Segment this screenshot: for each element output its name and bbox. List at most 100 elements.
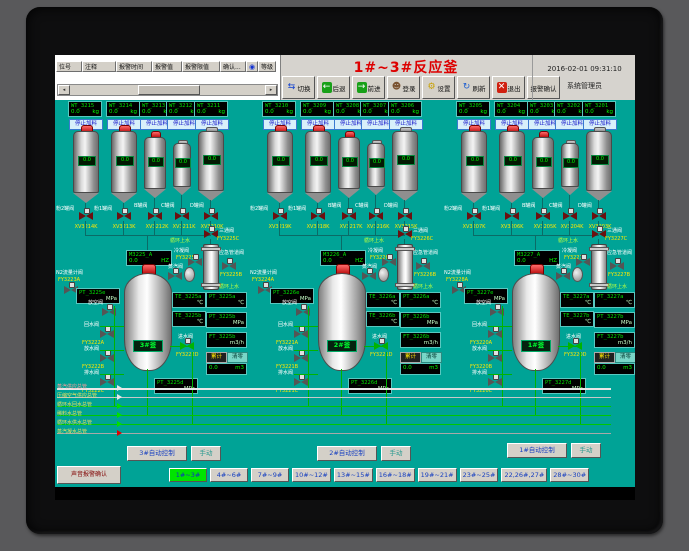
three-way-valve[interactable] [592,230,606,239]
alarm-column-header[interactable]: 报警值 [152,61,182,72]
discharge-valve[interactable] [294,378,308,387]
instrument-unit: MPa [403,320,438,326]
return-water-valve[interactable] [294,330,308,339]
toolbar-switch-button[interactable]: ⇆切换 [282,76,315,99]
alarm-column-header[interactable]: 位号 [56,61,82,72]
three-way-valve[interactable] [204,230,218,239]
toolbar-forward-button[interactable]: →前进 [352,76,385,99]
feed-valve[interactable] [505,212,519,221]
scrollbar-thumb[interactable] [138,85,200,95]
drain-valve[interactable] [100,354,114,363]
manual-button-1[interactable]: 手动 [571,443,601,458]
alarm-column-header[interactable]: 等级 [258,61,276,72]
alarm-list-scrollbar[interactable]: ◂ ▸ [57,84,278,96]
valve-label: 放水阀 [278,346,293,352]
weight-value: 0.0 [336,109,345,115]
return-water-valve[interactable] [488,330,502,339]
instrument-unit: ℃ [369,300,397,306]
feed-valve[interactable] [311,212,325,221]
weight-display: WT_3206 0.0kg [388,101,422,117]
tank-level-display: 0.0 [466,156,484,166]
steam-valve[interactable] [556,272,570,281]
alarm-column-header[interactable]: 报警时间 [116,61,152,72]
reactor-label: 1#釜 [521,340,551,352]
screen-nav-button[interactable]: 22,26#,27# [501,468,547,482]
screen-nav-button[interactable]: 19#~21# [418,468,457,482]
feed-valve[interactable] [467,212,481,221]
totalizer-button[interactable]: 累计 [594,352,615,363]
feed-valve[interactable] [563,212,577,221]
valve-label: 放空阀 [282,300,297,306]
pipe [473,235,599,236]
screen-nav-button[interactable]: 16#~18# [376,468,415,482]
return-water-valve[interactable] [100,330,114,339]
screen-nav-button[interactable]: 23#~25# [460,468,499,482]
screen-nav-bar: 1#~3#4#~6#7#~9#10#~12#13#~15#16#~18#19#~… [169,468,589,482]
clear-total-button[interactable]: 清零 [615,352,635,363]
feed-valve[interactable] [175,212,189,221]
toolbar-back-button[interactable]: ←后退 [317,76,350,99]
feed-valve[interactable] [148,212,162,221]
clear-total-button[interactable]: 清零 [227,352,248,363]
feed-valve[interactable] [398,212,412,221]
feed-valve[interactable] [536,212,550,221]
totalizer-button[interactable]: 累计 [400,352,421,363]
voice-alarm-ack-button[interactable]: 声音报警确认 [57,466,121,484]
pipe-label: 稀料水总管 [57,411,82,417]
emergency-valve[interactable] [416,262,430,271]
valve-label: C罐阀 [161,203,175,209]
separator-vessel [378,267,389,282]
steam-valve[interactable] [168,272,182,281]
feed-valve[interactable] [273,212,287,221]
feed-valve[interactable] [117,212,131,221]
alarm-ack-icon[interactable]: ◉ [246,61,258,72]
tank-level-display: 0.0 [148,157,164,167]
auto-control-button-3[interactable]: 3#自动控制 [127,446,187,461]
feed-valve[interactable] [204,212,218,221]
three-way-valve[interactable] [398,230,412,239]
valve-label: 冷凝阀 [562,248,577,254]
steam-valve[interactable] [362,272,376,281]
toolbar-login-button[interactable]: ☻登录 [387,76,420,99]
scroll-left-icon[interactable]: ◂ [58,85,70,95]
screen-nav-button[interactable]: 28#~30# [550,468,589,482]
drain-valve[interactable] [294,354,308,363]
condenser-valve[interactable] [576,258,590,267]
scroll-right-icon[interactable]: ▸ [265,85,277,95]
manual-button-3[interactable]: 手动 [191,446,221,461]
totalizer-button[interactable]: 累计 [206,352,227,363]
pipe-label: 蒸汽凝水总管 [57,429,87,435]
toolbar-exit-button[interactable]: ✕退出 [492,76,525,99]
condenser-valve[interactable] [382,258,396,267]
emergency-valve[interactable] [610,262,624,271]
screen-nav-button[interactable]: 13#~15# [334,468,373,482]
weight-value: 0.0 [557,109,566,115]
screen-nav-button[interactable]: 7#~9# [251,468,289,482]
pipe [364,346,386,347]
feed-valve[interactable] [369,212,383,221]
alarm-column-header[interactable]: 确认... [220,61,246,72]
discharge-valve[interactable] [488,378,502,387]
auto-control-button-1[interactable]: 1#自动控制 [507,443,567,458]
drain-valve[interactable] [488,354,502,363]
manual-button-2[interactable]: 手动 [381,446,411,461]
clear-total-button[interactable]: 清零 [421,352,442,363]
emergency-valve[interactable] [222,262,236,271]
screen-nav-button[interactable]: 4#~6# [210,468,248,482]
alarm-column-header[interactable]: 报警限值 [182,61,220,72]
alarm-column-header[interactable]: 注释 [82,61,116,72]
auto-control-button-2[interactable]: 2#自动控制 [317,446,377,461]
toolbar-settings-button[interactable]: ⚙设置 [422,76,455,99]
screen-nav-button[interactable]: 10#~12# [292,468,331,482]
tank-level-display: 0.0 [369,158,385,168]
feed-valve[interactable] [79,212,93,221]
discharge-valve[interactable] [100,378,114,387]
valve-label: B罐阀 [134,203,147,209]
condenser-valve[interactable] [188,258,202,267]
feed-valve[interactable] [342,212,356,221]
screen-nav-button[interactable]: 1#~3# [169,468,207,482]
feed-valve[interactable] [592,212,606,221]
weight-display: WT_3210 0.0kg [262,101,296,117]
toolbar-refresh-button[interactable]: ↻刷新 [457,76,490,99]
instrument-unit: ℃ [403,300,438,306]
